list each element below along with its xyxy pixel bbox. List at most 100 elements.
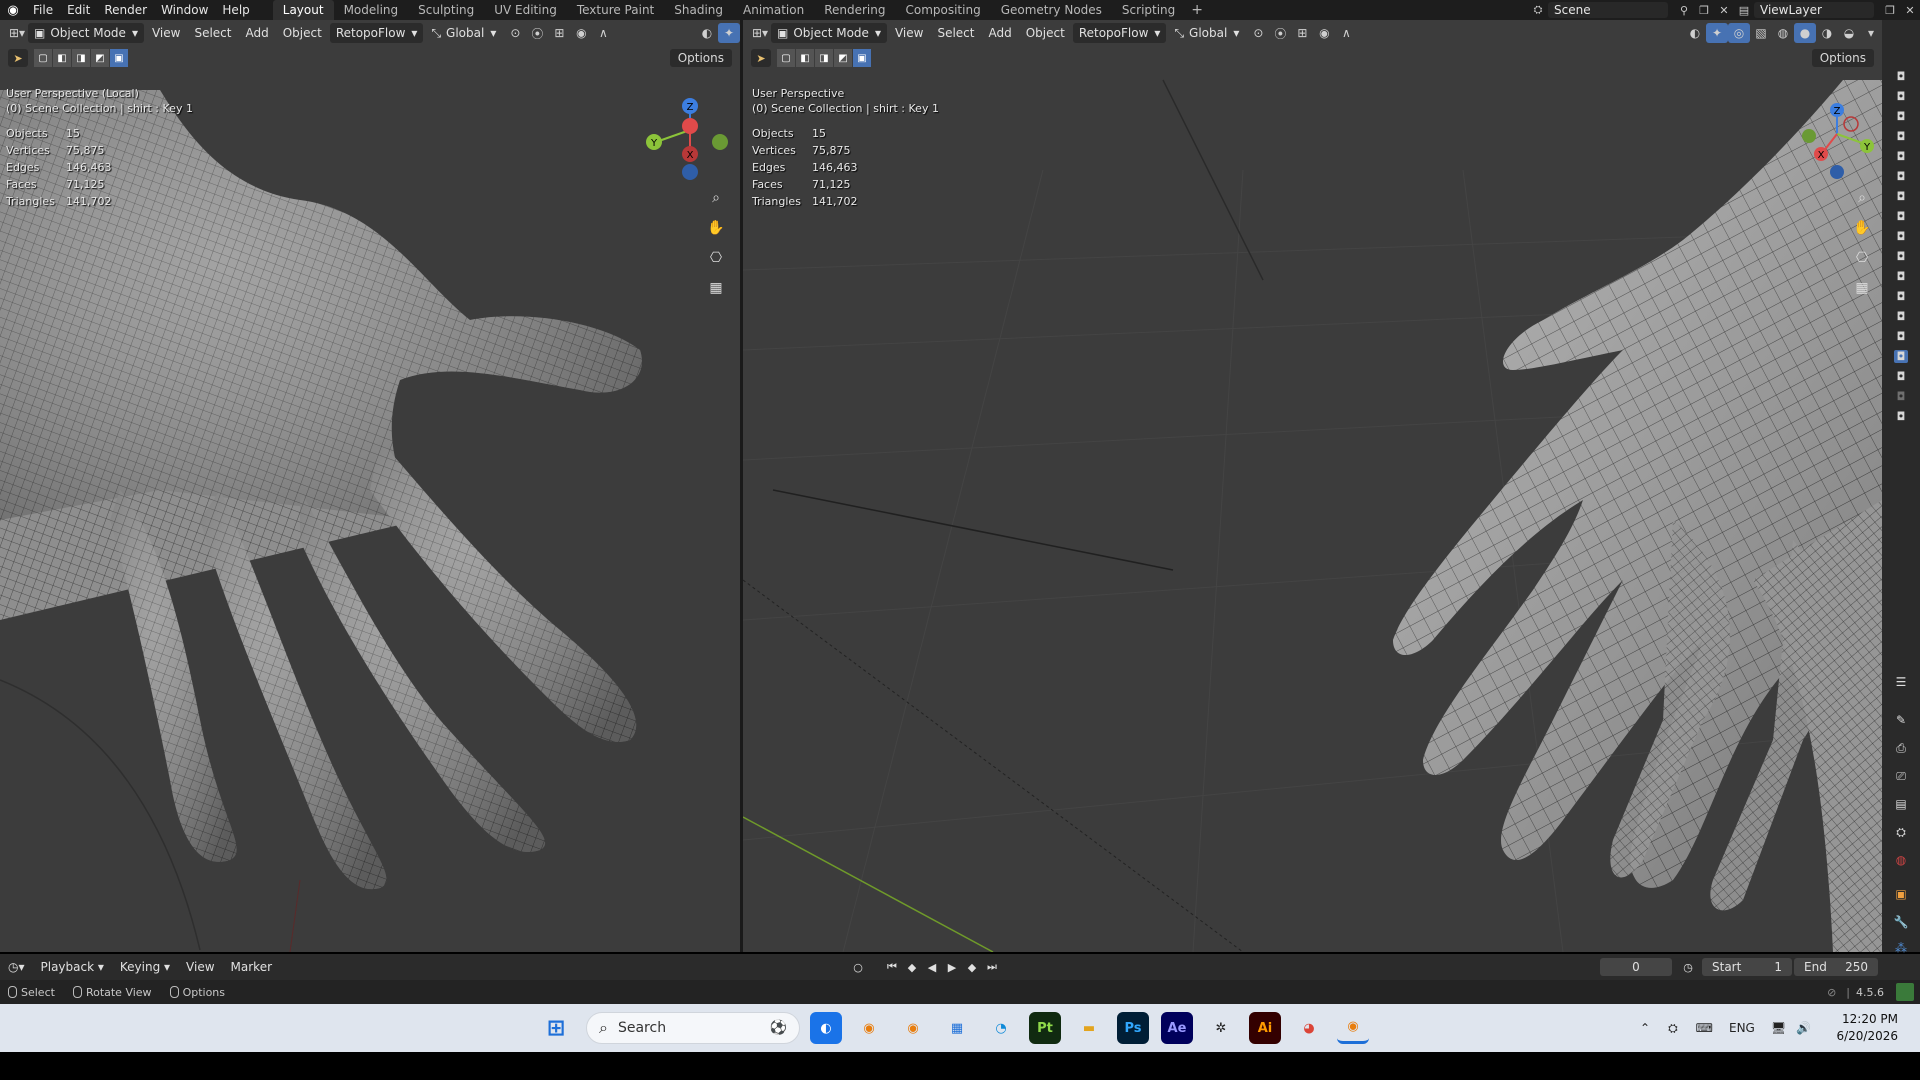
pivot-icon[interactable]: ⊙	[1247, 23, 1269, 43]
zoom-icon[interactable]: ⌕	[704, 186, 728, 210]
jump-to-keyframe-forward-icon[interactable]: ◆	[962, 957, 982, 977]
keying-menu[interactable]: Keying ▾	[112, 957, 178, 977]
visibility-icon[interactable]: ◐	[696, 23, 718, 43]
select-invert-icon[interactable]: ◩	[834, 49, 852, 67]
zoom-icon[interactable]: ⌕	[1850, 186, 1874, 210]
timeline-view-menu[interactable]: View	[178, 957, 222, 977]
select-invert-icon[interactable]: ◩	[91, 49, 109, 67]
tab-geometry-nodes[interactable]: Geometry Nodes	[991, 0, 1112, 20]
stopwatch-icon[interactable]: ◷	[1678, 957, 1698, 977]
camera-icon[interactable]: ◘	[1894, 410, 1908, 423]
new-scene-icon[interactable]: ❐	[1694, 1, 1714, 19]
proportional-edit-icon[interactable]: ◉	[570, 23, 592, 43]
keyboard-icon[interactable]: ⌨	[1696, 1021, 1713, 1035]
scene-selector[interactable]: Scene	[1548, 2, 1668, 18]
render-properties-icon[interactable]: ⎙	[1891, 738, 1911, 758]
modifier-properties-icon[interactable]: 🔧	[1891, 912, 1911, 932]
perspective-toggle-icon[interactable]: ▦	[704, 276, 728, 300]
current-frame-field[interactable]: 0	[1600, 958, 1672, 976]
object-mode-dropdown[interactable]: ▣ Object Mode ▾	[771, 23, 887, 43]
scene-icon[interactable]: ⛭	[1528, 1, 1548, 19]
play-reverse-icon[interactable]: ◀	[922, 957, 942, 977]
camera-icon[interactable]: ◘	[1894, 90, 1908, 103]
menu-add[interactable]: Add	[239, 23, 274, 43]
camera-icon[interactable]: ◘	[1894, 390, 1908, 403]
select-tool-icon[interactable]: ➤	[8, 49, 28, 67]
pivot-icon[interactable]: ⊙	[504, 23, 526, 43]
menu-object[interactable]: Object	[277, 23, 328, 43]
microsoft-store-icon[interactable]: ▦	[941, 1012, 973, 1044]
pan-hand-icon[interactable]: ✋	[1850, 216, 1874, 240]
tab-rendering[interactable]: Rendering	[814, 0, 895, 20]
menu-select[interactable]: Select	[188, 23, 237, 43]
record-icon[interactable]: ○	[848, 957, 868, 977]
gizmo-toggle-icon[interactable]: ✦	[1706, 23, 1728, 43]
volume-icon[interactable]: 🔊	[1796, 1021, 1811, 1035]
transform-orientation-dropdown[interactable]: ⤡ Global ▾	[425, 23, 502, 43]
camera-icon[interactable]: ◘	[1894, 230, 1908, 243]
camera-view-icon[interactable]: ⎔	[1850, 246, 1874, 270]
tab-animation[interactable]: Animation	[733, 0, 814, 20]
tab-uv-editing[interactable]: UV Editing	[484, 0, 567, 20]
camera-icon[interactable]: ◘	[1894, 310, 1908, 323]
retopoflow-menu[interactable]: RetopoFlow ▾	[329, 23, 424, 43]
illustrator-icon[interactable]: Ai	[1249, 1012, 1281, 1044]
menu-edit[interactable]: Edit	[60, 0, 97, 20]
file-explorer-icon[interactable]: ▬	[1073, 1012, 1105, 1044]
select-intersect-icon[interactable]: ▣	[853, 49, 871, 67]
tool-settings-icon[interactable]: ✎	[1891, 710, 1911, 730]
solid-shading-icon[interactable]: ●	[1794, 23, 1816, 43]
chevron-up-icon[interactable]: ⌃	[1640, 1021, 1650, 1035]
select-intersect-icon[interactable]: ▣	[110, 49, 128, 67]
menu-view[interactable]: View	[889, 23, 929, 43]
view-layer-properties-icon[interactable]: ▤	[1891, 794, 1911, 814]
end-frame-field[interactable]: End 250	[1794, 958, 1878, 976]
new-view-layer-icon[interactable]: ❐	[1880, 1, 1900, 19]
timeline-editor-type-icon[interactable]: ◷▾	[0, 957, 33, 977]
output-properties-icon[interactable]: ⎚	[1891, 766, 1911, 786]
network-icon[interactable]: 🖥	[1771, 1021, 1786, 1035]
marker-menu[interactable]: Marker	[223, 957, 280, 977]
pan-hand-icon[interactable]: ✋	[704, 216, 728, 240]
navigation-gizmo[interactable]: Z Y X	[640, 84, 730, 184]
camera-icon[interactable]: ◘	[1894, 370, 1908, 383]
camera-icon[interactable]: ◘	[1894, 70, 1908, 83]
left-3d-viewport[interactable]: ⊞▾ ▣ Object Mode ▾ View Select Add Objec…	[0, 20, 740, 952]
object-mode-dropdown[interactable]: ▣ Object Mode ▾	[28, 23, 144, 43]
view-layer-icon[interactable]: ▤	[1734, 1, 1754, 19]
language-indicator[interactable]: ENG	[1729, 1021, 1755, 1035]
after-effects-icon[interactable]: Ae	[1161, 1012, 1193, 1044]
options-button[interactable]: Options	[1811, 49, 1874, 67]
camera-icon[interactable]: ◘	[1894, 270, 1908, 283]
camera-icon[interactable]: ◘	[1894, 290, 1908, 303]
blender-active-icon[interactable]: ◉	[1337, 1012, 1369, 1044]
options-button[interactable]: Options	[669, 49, 732, 67]
xray-toggle-icon[interactable]: ▧	[1750, 23, 1772, 43]
material-shading-icon[interactable]: ◑	[1816, 23, 1838, 43]
blender-icon[interactable]: ◉	[897, 1012, 929, 1044]
tab-sculpting[interactable]: Sculpting	[408, 0, 484, 20]
menu-render[interactable]: Render	[97, 0, 154, 20]
menu-file[interactable]: File	[26, 0, 60, 20]
gizmo-toggle-icon[interactable]: ✦	[718, 23, 740, 43]
transform-orientation-dropdown[interactable]: ⤡ Global ▾	[1168, 23, 1245, 43]
zbrush-icon[interactable]: ✲	[1205, 1012, 1237, 1044]
tab-layout[interactable]: Layout	[272, 0, 334, 20]
camera-icon[interactable]: ◘	[1894, 250, 1908, 263]
select-box-icon[interactable]: ▢	[34, 49, 52, 67]
blender-logo-icon[interactable]: ◉	[0, 0, 26, 20]
tool-properties-icon[interactable]: ☰	[1891, 672, 1911, 692]
overlay-toggle-icon[interactable]: ◎	[1728, 23, 1750, 43]
tab-modeling[interactable]: Modeling	[334, 0, 409, 20]
right-3d-viewport[interactable]: ⊞▾ ▣ Object Mode ▾ View Select Add Objec…	[743, 20, 1882, 952]
rendered-shading-icon[interactable]: ◒	[1838, 23, 1860, 43]
tab-scripting[interactable]: Scripting	[1112, 0, 1185, 20]
camera-view-icon[interactable]: ⎔	[704, 246, 728, 270]
tab-shading[interactable]: Shading	[664, 0, 733, 20]
tab-texture-paint[interactable]: Texture Paint	[567, 0, 664, 20]
menu-add[interactable]: Add	[982, 23, 1017, 43]
windows-start-icon[interactable]: ⊞	[540, 1012, 572, 1044]
camera-icon[interactable]: ◘	[1894, 110, 1908, 123]
tab-compositing[interactable]: Compositing	[895, 0, 990, 20]
scene-properties-icon[interactable]: ⛭	[1891, 822, 1911, 842]
